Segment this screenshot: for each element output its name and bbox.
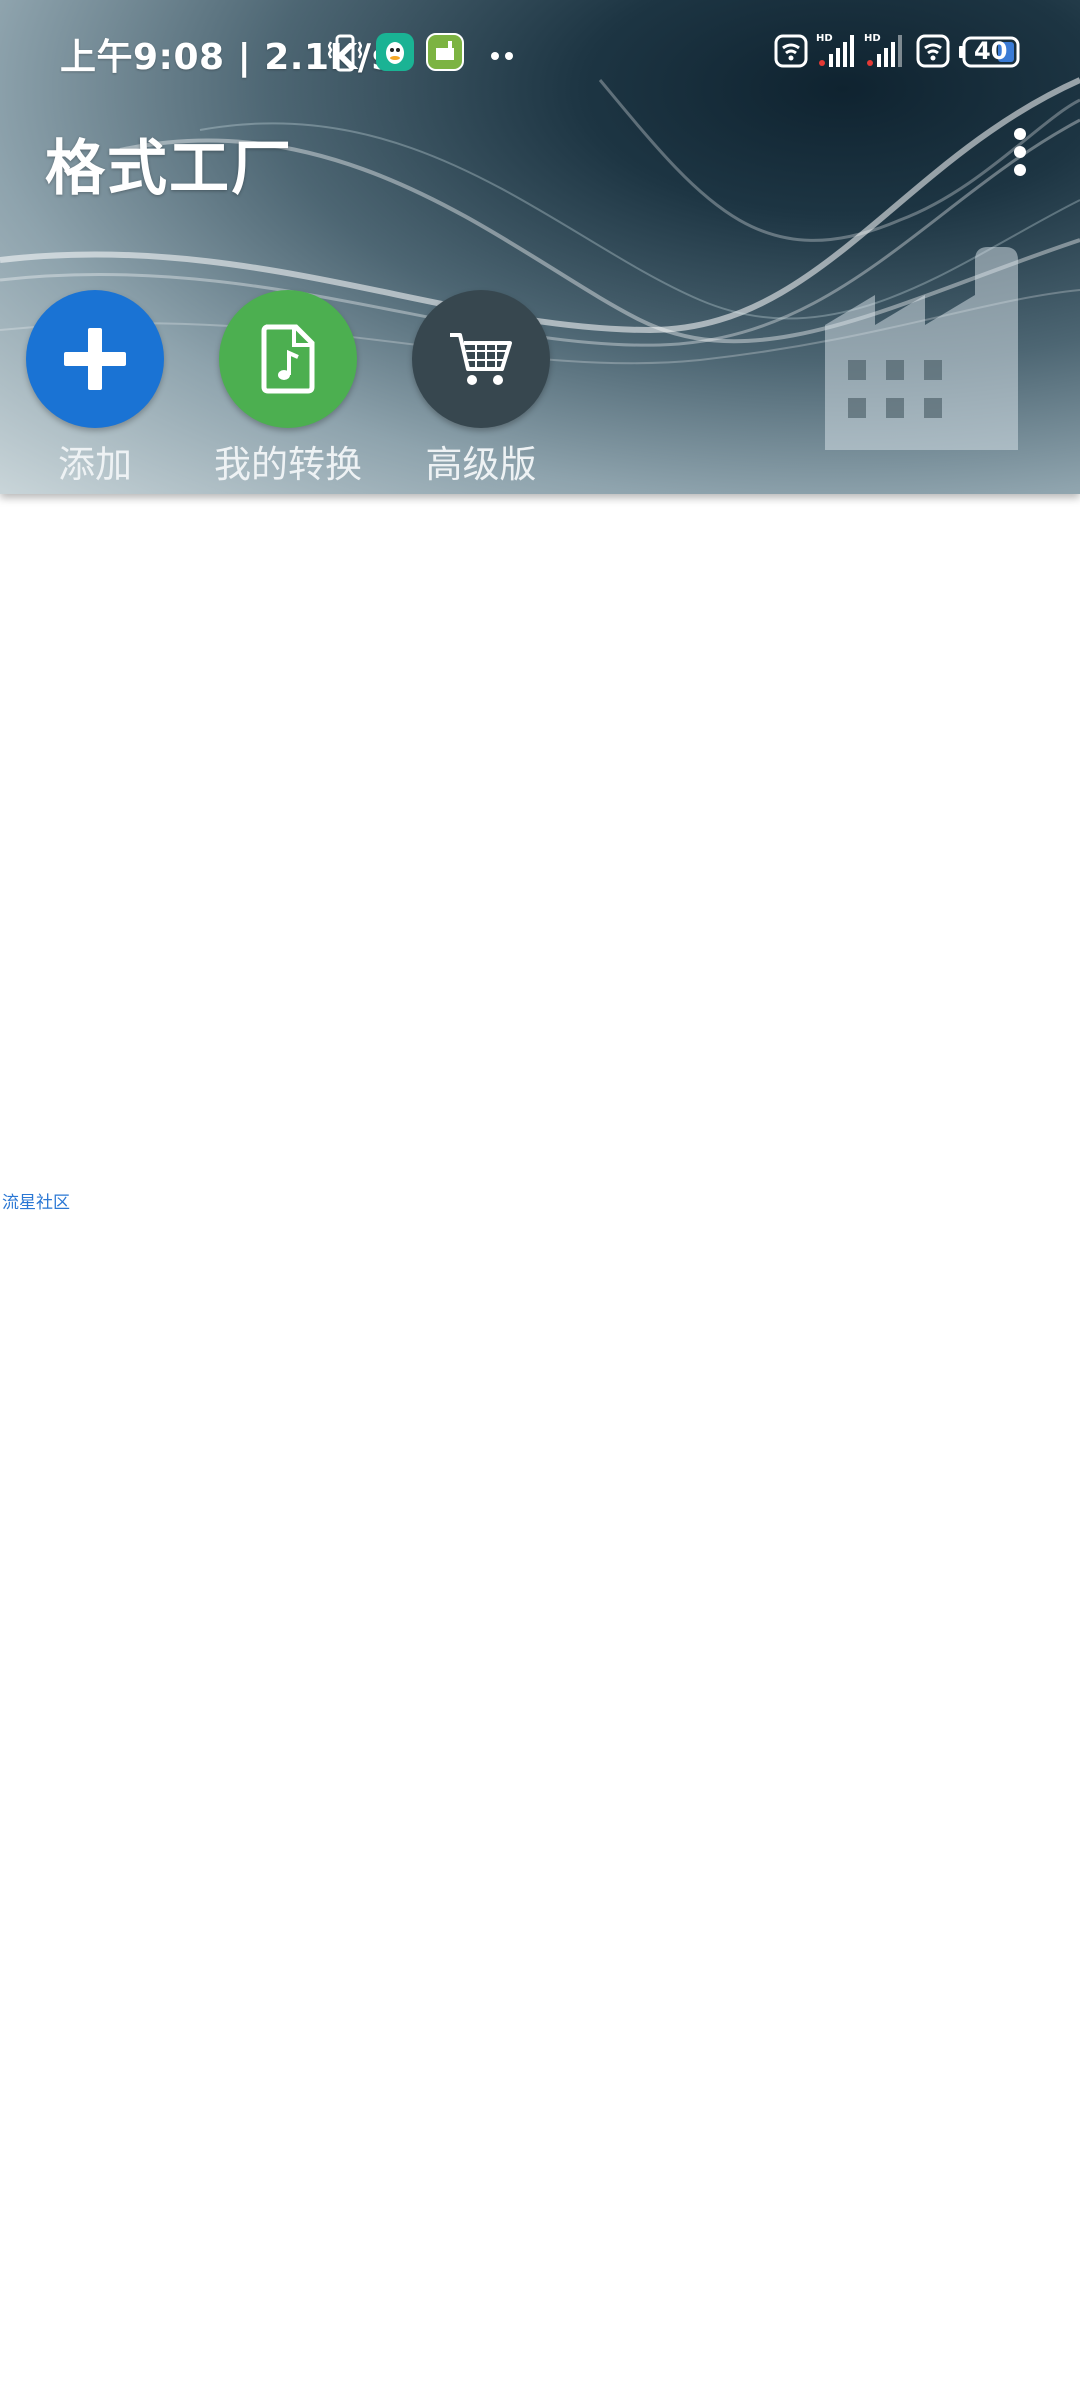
qq-notification-icon	[376, 33, 414, 71]
add-button-circle[interactable]	[26, 290, 164, 428]
app-title: 格式工厂	[45, 134, 293, 204]
more-notifications-icon	[490, 46, 514, 65]
plus-icon	[64, 328, 126, 390]
my-conversions-button[interactable]: 我的转换	[193, 290, 383, 488]
format-factory-notification-icon	[426, 33, 464, 71]
music-file-icon	[261, 324, 315, 394]
more-vert-icon-dot	[1014, 164, 1026, 176]
overflow-menu-button[interactable]	[1000, 128, 1040, 184]
shopping-cart-icon	[450, 333, 512, 385]
status-bar: 上午9:08 | 2.1K/s HD HD 40	[0, 0, 1080, 104]
more-vert-icon-dot	[1014, 146, 1026, 158]
premium-button[interactable]: 高级版	[386, 290, 576, 488]
more-vert-icon	[1014, 128, 1026, 140]
my-conversions-button-circle[interactable]	[219, 290, 357, 428]
factory-logo-icon	[825, 247, 1018, 450]
signal-2-icon: HD	[864, 33, 902, 67]
app-header: 上午9:08 | 2.1K/s HD HD 40 格式工厂 添加 我的转换 高级…	[0, 0, 1080, 494]
watermark-text: 流星社区	[2, 1193, 70, 1213]
svg-text:HD: HD	[816, 33, 833, 44]
premium-label: 高级版	[425, 443, 537, 486]
battery-level: 40	[974, 37, 1008, 65]
my-conversions-label: 我的转换	[214, 443, 362, 486]
wifi-icon	[774, 34, 808, 68]
vibrate-icon	[328, 34, 362, 72]
add-button-label: 添加	[58, 443, 132, 486]
hotspot-icon	[916, 34, 950, 68]
add-button[interactable]: 添加	[0, 290, 190, 488]
svg-text:HD: HD	[864, 33, 881, 44]
signal-1-icon: HD	[816, 33, 854, 67]
battery-icon: 40	[959, 36, 1020, 68]
premium-button-circle[interactable]	[412, 290, 550, 428]
